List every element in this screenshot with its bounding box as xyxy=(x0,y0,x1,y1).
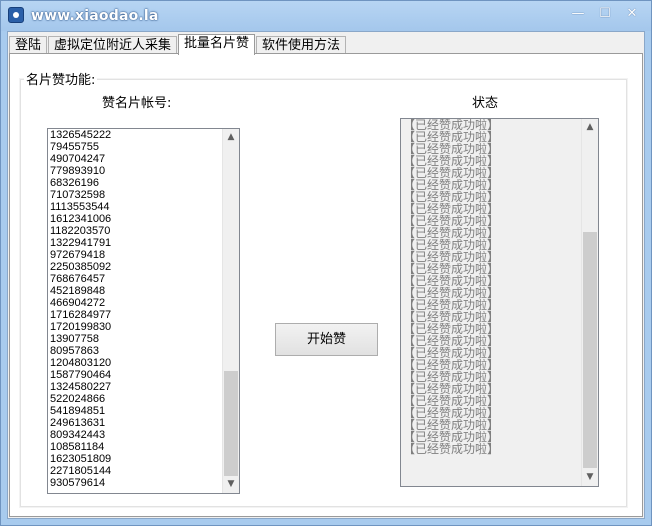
close-button[interactable]: ✕ xyxy=(621,6,643,22)
status-item: 【已经赞成功啦】 xyxy=(403,407,500,419)
status-item: 【已经赞成功啦】 xyxy=(403,395,500,407)
status-item: 【已经赞成功啦】 xyxy=(403,347,500,359)
status-item: 【已经赞成功啦】 xyxy=(403,227,500,239)
list-item[interactable]: 80957863 xyxy=(50,345,225,357)
minimize-button[interactable]: — xyxy=(567,6,589,22)
status-item: 【已经赞成功啦】 xyxy=(403,239,500,251)
list-item[interactable]: 79455755 xyxy=(50,141,225,153)
status-item: 【已经赞成功啦】 xyxy=(403,215,500,227)
status-scrollbar[interactable]: ▲ ▼ xyxy=(581,119,598,486)
list-item[interactable]: 68326196 xyxy=(50,177,225,189)
list-item[interactable]: 930579614 xyxy=(50,477,225,489)
status-item: 【已经赞成功啦】 xyxy=(403,419,500,431)
list-item[interactable]: 1182203570 xyxy=(50,225,225,237)
accounts-listbox[interactable]: 1326545222 79455755 490704247 779893910 6832… xyxy=(47,128,240,494)
status-item: 【已经赞成功啦】 xyxy=(403,143,500,155)
list-item[interactable]: 541894851 xyxy=(50,405,225,417)
accounts-scrollbar[interactable]: ▲ ▼ xyxy=(222,129,239,493)
list-item[interactable]: 249613631 xyxy=(50,417,225,429)
list-item[interactable]: 490704247 xyxy=(50,153,225,165)
list-item[interactable]: 710732598 xyxy=(50,189,225,201)
list-item[interactable]: 108581184 xyxy=(50,441,225,453)
status-item: 【已经赞成功啦】 xyxy=(403,119,500,131)
status-item: 【已经赞成功啦】 xyxy=(403,311,500,323)
status-item: 【已经赞成功啦】 xyxy=(403,131,500,143)
list-item[interactable]: 2271805144 xyxy=(50,465,225,477)
status-item: 【已经赞成功啦】 xyxy=(403,383,500,395)
status-scroll-thumb[interactable] xyxy=(583,232,597,468)
list-item[interactable]: 809342443 xyxy=(50,429,225,441)
window-title: www.xiaodao.la xyxy=(31,8,159,24)
list-item[interactable]: 779893910 xyxy=(50,165,225,177)
client-area: 登陆 虚拟定位附近人采集 批量名片赞 软件使用方法 名片赞功能: 赞名片帐号: … xyxy=(7,31,645,519)
list-item[interactable]: 522024866 xyxy=(50,393,225,405)
list-item[interactable]: 452189848 xyxy=(50,285,225,297)
list-item[interactable]: 768676457 xyxy=(50,273,225,285)
chevron-up-icon[interactable]: ▲ xyxy=(582,119,598,136)
accounts-scroll-thumb[interactable] xyxy=(224,371,238,476)
status-item: 【已经赞成功啦】 xyxy=(403,167,500,179)
status-item: 【已经赞成功啦】 xyxy=(403,287,500,299)
list-item[interactable]: 13907758 xyxy=(50,333,225,345)
maximize-button[interactable]: ☐ xyxy=(594,6,616,22)
list-item[interactable]: 1204803120 xyxy=(50,357,225,369)
tab-strip: 登陆 虚拟定位附近人采集 批量名片赞 软件使用方法 xyxy=(9,34,347,55)
list-item[interactable]: 1322941791 xyxy=(50,237,225,249)
app-window: www.xiaodao.la — ☐ ✕ 登陆 虚拟定位附近人采集 批量名片赞 … xyxy=(0,0,652,526)
status-item: 【已经赞成功啦】 xyxy=(403,251,500,263)
accounts-label: 赞名片帐号: xyxy=(102,96,172,111)
status-item: 【已经赞成功啦】 xyxy=(403,299,500,311)
list-item[interactable]: 1716284977 xyxy=(50,309,225,321)
title-bar[interactable]: www.xiaodao.la — ☐ ✕ xyxy=(1,1,651,31)
status-item: 【已经赞成功啦】 xyxy=(403,203,500,215)
chevron-down-icon[interactable]: ▼ xyxy=(223,476,239,493)
tab-batch-card-like[interactable]: 批量名片赞 xyxy=(178,34,256,55)
status-list: 【已经赞成功啦】 【已经赞成功啦】 【已经赞成功啦】 【已经赞成功啦】 【已经赞成功啦】… xyxy=(403,119,583,455)
list-item[interactable]: 1587790464 xyxy=(50,369,225,381)
list-item[interactable]: 2250385092 xyxy=(50,261,225,273)
tab-panel: 名片赞功能: 赞名片帐号: 状态 1326545222 79455755 49070… xyxy=(9,53,643,517)
list-item[interactable]: 1720199830 xyxy=(50,321,225,333)
list-item[interactable]: 1612341006 xyxy=(50,213,225,225)
status-listbox[interactable]: 【已经赞成功啦】 【已经赞成功啦】 【已经赞成功啦】 【已经赞成功啦】 【已经赞成功啦】… xyxy=(400,118,599,487)
list-item[interactable]: 1326545222 xyxy=(50,129,225,141)
group-label: 名片赞功能: xyxy=(24,69,98,88)
status-item: 【已经赞成功啦】 xyxy=(403,371,500,383)
status-item: 【已经赞成功啦】 xyxy=(403,335,500,347)
list-item[interactable]: 466904272 xyxy=(50,297,225,309)
status-item: 【已经赞成功啦】 xyxy=(403,263,500,275)
accounts-list: 1326545222 79455755 490704247 779893910 6832… xyxy=(50,129,225,489)
chevron-down-icon[interactable]: ▼ xyxy=(582,469,598,486)
status-item: 【已经赞成功啦】 xyxy=(403,191,500,203)
start-like-button[interactable]: 开始赞 xyxy=(275,323,378,356)
status-item: 【已经赞成功啦】 xyxy=(403,443,500,455)
list-item[interactable]: 1324580227 xyxy=(50,381,225,393)
chevron-up-icon[interactable]: ▲ xyxy=(223,129,239,146)
status-label: 状态 xyxy=(472,96,499,111)
list-item[interactable]: 1113553544 xyxy=(50,201,225,213)
status-item: 【已经赞成功啦】 xyxy=(403,179,500,191)
list-item[interactable]: 1623051809 xyxy=(50,453,225,465)
status-item: 【已经赞成功啦】 xyxy=(403,155,500,167)
status-item: 【已经赞成功啦】 xyxy=(403,431,500,443)
app-logo-icon xyxy=(8,7,24,23)
list-item[interactable]: 972679418 xyxy=(50,249,225,261)
status-item: 【已经赞成功啦】 xyxy=(403,323,500,335)
card-like-group: 赞名片帐号: 状态 1326545222 79455755 490704247 779… xyxy=(20,79,627,507)
status-item: 【已经赞成功啦】 xyxy=(403,359,500,371)
status-item: 【已经赞成功啦】 xyxy=(403,275,500,287)
